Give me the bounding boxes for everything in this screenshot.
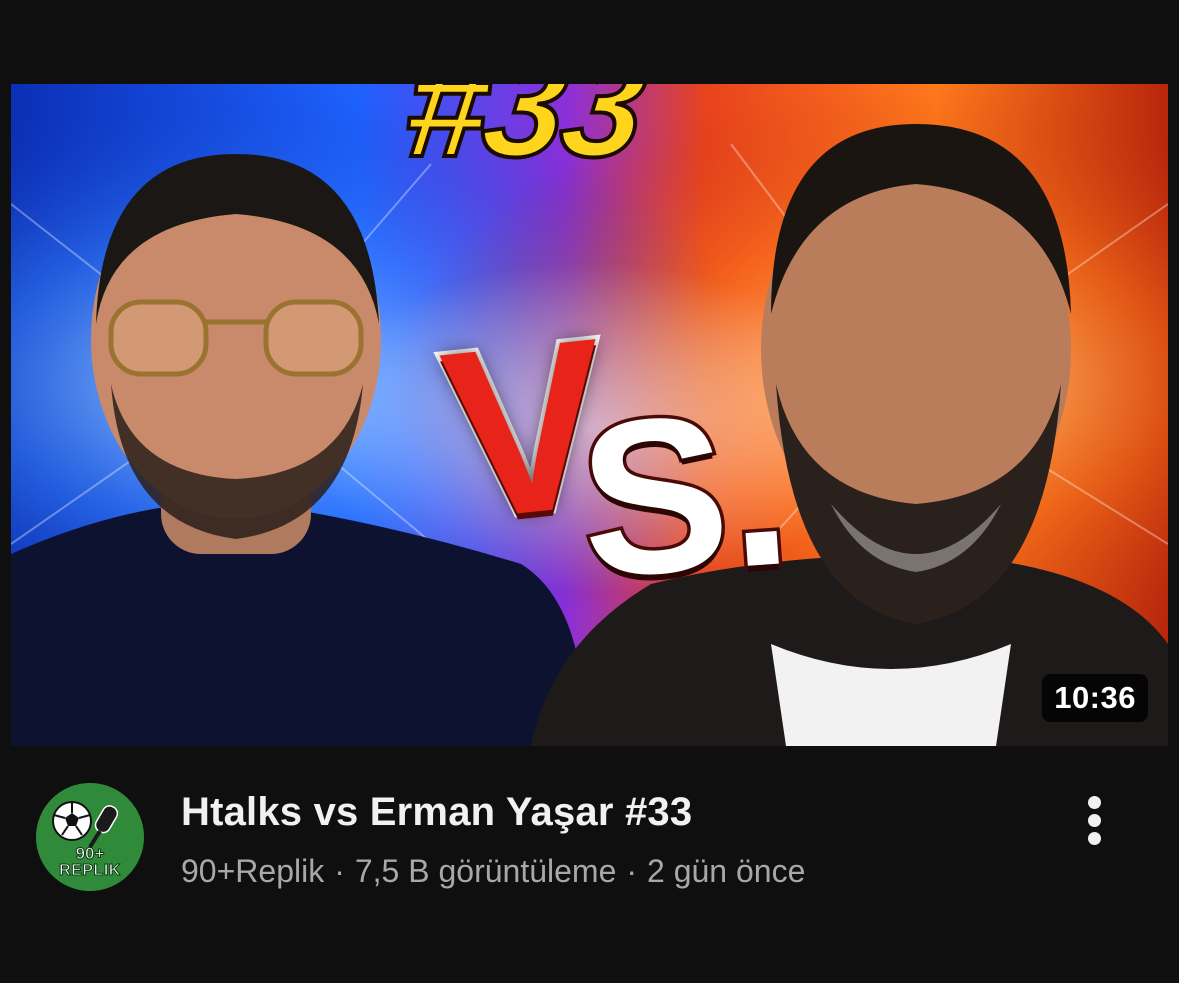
video-title[interactable]: Htalks vs Erman Yaşar #33: [181, 790, 692, 834]
video-thumbnail[interactable]: #33 V S. 10:36: [11, 84, 1168, 746]
avatar-bottom-text: REPLIK: [59, 862, 121, 879]
meta-separator: ·: [626, 853, 638, 889]
video-card: #33 V S. 10:36 90+ REPLIK Htalks vs Erma…: [0, 0, 1179, 983]
meta-separator: ·: [334, 853, 345, 889]
episode-number-text: #33: [395, 84, 651, 190]
upload-age: 2 gün önce: [647, 853, 806, 889]
view-count: 7,5 B görüntüleme: [354, 853, 617, 889]
channel-avatar[interactable]: 90+ REPLIK: [36, 783, 144, 891]
avatar-top-text: 90+: [75, 844, 105, 863]
duration-badge: 10:36: [1042, 674, 1148, 722]
more-options-button[interactable]: [1072, 790, 1118, 850]
channel-name[interactable]: 90+Replik: [181, 853, 324, 889]
vs-letter-s: S.: [569, 361, 801, 628]
video-metadata: 90+Replik · 7,5 B görüntüleme · 2 gün önce: [181, 853, 806, 889]
